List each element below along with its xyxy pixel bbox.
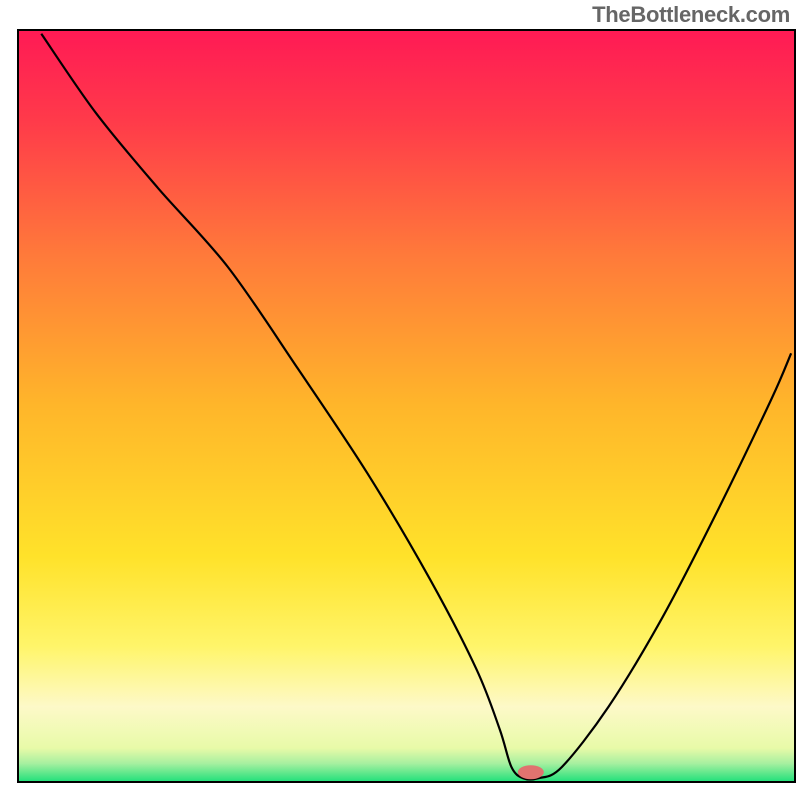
chart-container: TheBottleneck.com — [0, 0, 800, 800]
bottleneck-chart — [0, 0, 800, 800]
watermark-text: TheBottleneck.com — [592, 2, 790, 28]
gradient-background — [18, 30, 795, 782]
plot-area — [18, 30, 795, 782]
optimal-point-marker — [518, 765, 544, 779]
